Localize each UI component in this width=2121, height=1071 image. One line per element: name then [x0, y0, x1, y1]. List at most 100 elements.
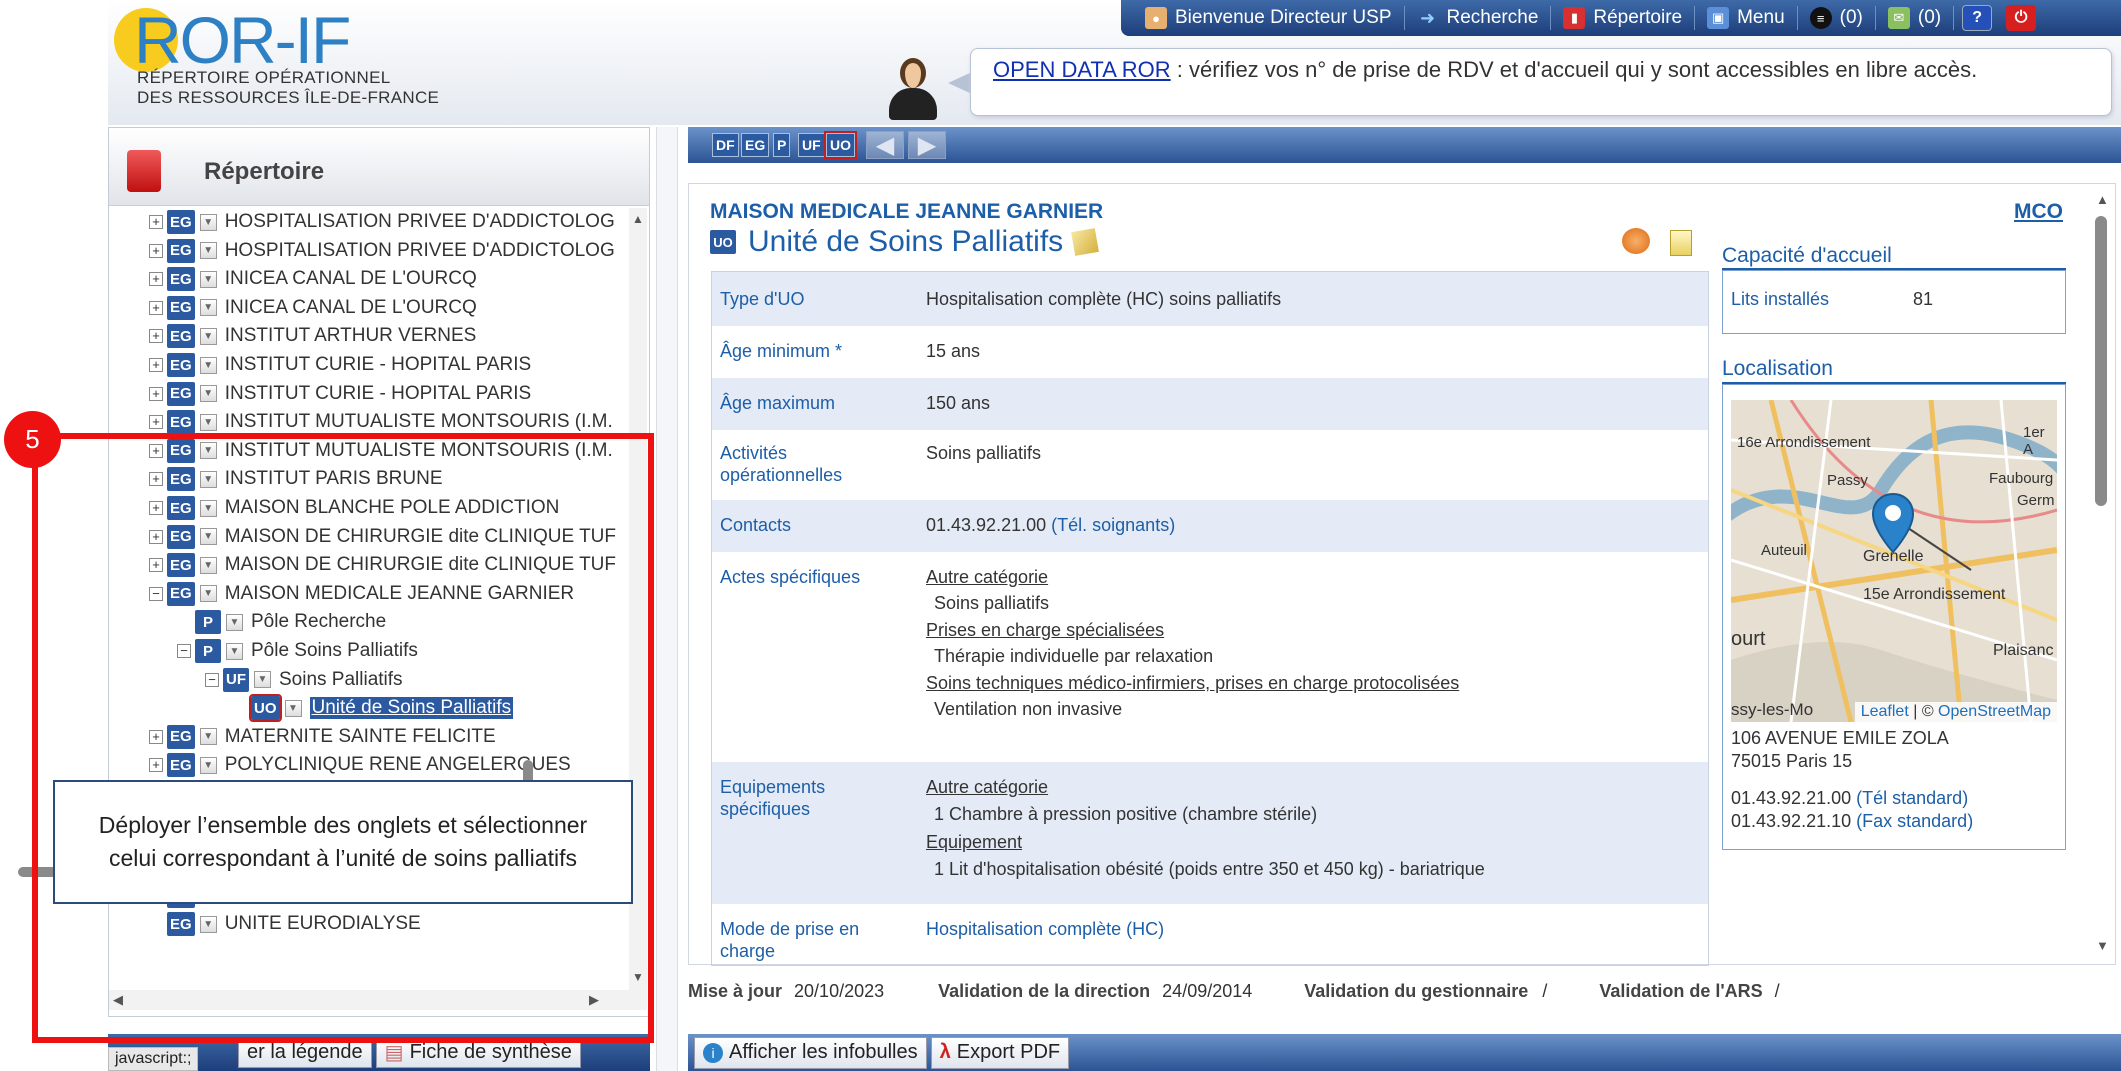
expand-node-icon[interactable]: + — [149, 386, 163, 401]
directory-link[interactable]: ▮ Répertoire — [1551, 6, 1696, 30]
map-label-1er: 1er A — [2023, 424, 2045, 458]
tree-node-label[interactable]: INICEA CANAL DE L'OURCQ — [225, 297, 477, 319]
directory-panel-header: Répertoire — [109, 128, 649, 206]
tree-node[interactable]: + EG ▼ INSTITUT CURIE - HOPITAL PARIS — [149, 351, 531, 379]
equipment-item-1: 1 Chambre à pression positive (chambre s… — [934, 804, 1318, 824]
welcome-user-link[interactable]: ● Bienvenue Directeur USP — [1133, 6, 1405, 30]
detail-scroll-thumb[interactable] — [2095, 216, 2107, 506]
expand-node-icon[interactable]: + — [149, 300, 163, 315]
tree-node-label[interactable]: INSTITUT CURIE - HOPITAL PARIS — [225, 383, 532, 405]
map-marker-icon[interactable] — [1871, 492, 1915, 554]
logout-button[interactable]: ⏻ — [2006, 5, 2037, 31]
node-menu-dropdown-icon[interactable]: ▼ — [199, 299, 217, 317]
open-data-link[interactable]: OPEN DATA ROR — [993, 57, 1171, 82]
comment-icon[interactable] — [1622, 228, 1650, 254]
scroll-up-arrow-icon[interactable]: ▲ — [2096, 192, 2109, 207]
uo-badge-icon: UO — [710, 230, 736, 254]
manager-validation-label: Validation du gestionnaire — [1304, 980, 1529, 1001]
node-menu-dropdown-icon[interactable]: ▼ — [199, 356, 217, 374]
forward-arrow-icon[interactable]: ▶ — [908, 131, 946, 159]
edit-pencil-icon[interactable] — [1071, 228, 1100, 256]
notifications-link[interactable]: ✉ (0) — [1876, 6, 1955, 30]
manager-validation-value: / — [1542, 980, 1548, 1001]
node-menu-dropdown-icon[interactable]: ▼ — [199, 385, 217, 403]
node-menu-dropdown-icon[interactable]: ▼ — [199, 270, 217, 288]
tree-node-label[interactable]: INICEA CANAL DE L'OURCQ — [225, 268, 477, 290]
location-map[interactable]: 16e Arrondissement 1er A Passy Faubourg … — [1731, 400, 2057, 722]
leaflet-link[interactable]: Leaflet — [1861, 703, 1909, 720]
power-icon: ⏻ — [2014, 9, 2028, 26]
acts-item-2: Thérapie individuelle par relaxation — [934, 646, 1214, 666]
tree-node[interactable]: + EG ▼ INSTITUT MUTUALISTE MONTSOURIS (I.M. — [149, 408, 613, 436]
openstreetmap-link[interactable]: OpenStreetMap — [1938, 703, 2051, 720]
search-label: Recherche — [1446, 7, 1539, 28]
node-menu-dropdown-icon[interactable]: ▼ — [199, 242, 217, 260]
node-menu-dropdown-icon[interactable]: ▼ — [199, 327, 217, 345]
toolbar-eg-button[interactable]: EG — [741, 133, 770, 157]
toolbar-df-button[interactable]: DF — [712, 133, 739, 157]
tree-node-label[interactable]: INSTITUT MUTUALISTE MONTSOURIS (I.M. — [225, 411, 613, 433]
tree-node[interactable]: + EG ▼ INSTITUT ARTHUR VERNES — [149, 322, 476, 350]
type-uo-label: Type d'UO — [720, 289, 805, 309]
menu-link[interactable]: ▣ Menu — [1695, 6, 1798, 30]
toolbar-p-button[interactable]: P — [773, 133, 791, 157]
search-link[interactable]: ➜ Recherche — [1405, 6, 1552, 30]
tree-node-label[interactable]: HOSPITALISATION PRIVEE D'ADDICTOLOG — [225, 211, 615, 233]
welcome-label: Bienvenue Directeur USP — [1175, 7, 1392, 28]
back-arrow-icon[interactable]: ◀ — [866, 131, 904, 159]
tree-node[interactable]: + EG ▼ HOSPITALISATION PRIVEE D'ADDICTOLOG — [149, 237, 615, 265]
panel-splitter[interactable] — [656, 127, 678, 1071]
help-icon: ? — [1972, 9, 1982, 26]
add-document-icon[interactable] — [1670, 230, 1692, 256]
tree-node-label[interactable]: INSTITUT CURIE - HOPITAL PARIS — [225, 354, 532, 376]
node-type-badge: EG — [167, 267, 195, 292]
detail-toolbar: DF EG P UF UO ◀ ▶ — [688, 127, 2121, 163]
node-type-badge: EG — [167, 295, 195, 320]
export-pdf-button[interactable]: λ Export PDF — [930, 1036, 1070, 1069]
capacity-title: Capacité d'accueil — [1722, 244, 1892, 267]
help-button[interactable]: ? — [1962, 5, 1993, 31]
tree-node-label[interactable]: INSTITUT ARTHUR VERNES — [225, 325, 477, 347]
node-type-badge: EG — [167, 381, 195, 406]
toolbar-uo-button[interactable]: UO — [824, 131, 857, 159]
logo-subtitle-line2: DES RESSOURCES ÎLE-DE-FRANCE — [137, 88, 440, 107]
tree-node-label[interactable]: HOSPITALISATION PRIVEE D'ADDICTOLOG — [225, 240, 615, 262]
row-age-max: Âge maximum 150 ans — [712, 378, 1708, 430]
node-menu-dropdown-icon[interactable]: ▼ — [199, 213, 217, 231]
row-specific-acts: Actes spécifiques Autre catégorie Soins … — [712, 552, 1708, 762]
expand-node-icon[interactable]: + — [149, 272, 163, 287]
messages-link[interactable]: ≡ (0) — [1798, 6, 1876, 30]
annotation-step-number: 5 — [4, 411, 61, 468]
care-mode-label-line2: charge — [720, 941, 776, 961]
expand-node-icon[interactable]: + — [149, 329, 163, 344]
tree-node[interactable]: + EG ▼ HOSPITALISATION PRIVEE D'ADDICTOLOG — [149, 208, 615, 236]
top-navigation: ● Bienvenue Directeur USP ➜ Recherche ▮ … — [1121, 0, 2121, 36]
annotation-callout: Déployer l’ensemble des onglets et sélec… — [53, 780, 633, 904]
care-mode-label: Mode de prise en charge — [720, 918, 859, 962]
pdf-icon: λ — [939, 1041, 951, 1063]
phone-standard: 01.43.92.21.00 (Tél standard) — [1731, 788, 1968, 809]
equipment-label: Equipements spécifiques — [720, 776, 825, 820]
toolbar-uf-button[interactable]: UF — [798, 133, 825, 157]
show-tooltips-button[interactable]: i Afficher les infobulles — [694, 1036, 927, 1069]
acts-category-3: Soins techniques médico-infirmiers, pris… — [926, 673, 1460, 693]
tree-node[interactable]: + EG ▼ INICEA CANAL DE L'OURCQ — [149, 265, 477, 293]
specific-acts-label: Actes spécifiques — [720, 567, 861, 587]
equipment-item-2: 1 Lit d'hospitalisation obésité (poids e… — [934, 859, 1485, 879]
contacts-label: Contacts — [720, 515, 792, 535]
tree-node[interactable]: + EG ▼ INICEA CANAL DE L'OURCQ — [149, 294, 477, 322]
logo-subtitle-line1: RÉPERTOIRE OPÉRATIONNEL — [137, 68, 391, 87]
address-line1: 106 AVENUE EMILE ZOLA — [1731, 728, 1949, 748]
scroll-up-arrow-icon[interactable]: ▲ — [632, 212, 644, 226]
node-type-badge: EG — [167, 324, 195, 349]
tree-node[interactable]: + EG ▼ INSTITUT CURIE - HOPITAL PARIS — [149, 380, 531, 408]
mco-link[interactable]: MCO — [2014, 200, 2063, 224]
menu-label: Menu — [1737, 7, 1785, 28]
expand-node-icon[interactable]: + — [149, 415, 163, 430]
expand-node-icon[interactable]: + — [149, 358, 163, 372]
node-menu-dropdown-icon[interactable]: ▼ — [199, 413, 217, 431]
expand-node-icon[interactable]: + — [149, 243, 163, 258]
scroll-down-arrow-icon[interactable]: ▼ — [2096, 938, 2109, 953]
map-label-court: ourt — [1731, 628, 1766, 650]
expand-node-icon[interactable]: + — [149, 215, 163, 229]
